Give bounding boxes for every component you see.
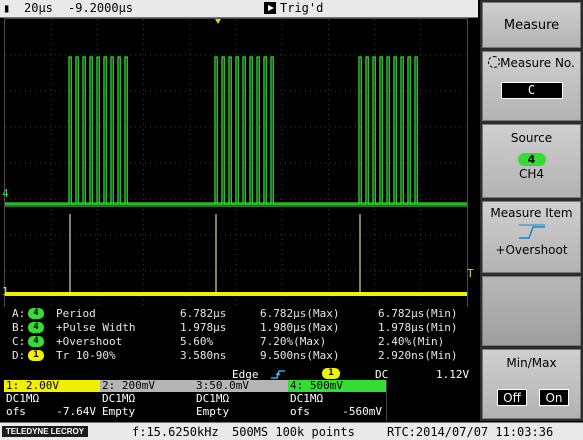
run-icon: ▮ bbox=[3, 1, 11, 15]
source-value: CH4 bbox=[518, 167, 545, 181]
trigger-status: Trig'd bbox=[280, 1, 324, 15]
rotary-knob-icon bbox=[488, 56, 501, 68]
overshoot-icon bbox=[518, 224, 545, 239]
ch1-ground-marker[interactable]: 1 bbox=[2, 285, 9, 298]
channel-3-info[interactable]: 3:50.0mV DC1MΩ Empty bbox=[194, 380, 289, 421]
channel-badge: 1 bbox=[28, 350, 44, 361]
status-bar-bottom: TELEDYNE LECROY f:15.6250kHz 500MS 100k … bbox=[0, 422, 583, 440]
trigger-source-badge: 1 bbox=[322, 368, 340, 379]
trigger-level: 1.12V bbox=[436, 368, 470, 381]
brand-logo: TELEDYNE LECROY bbox=[2, 426, 88, 437]
trigger-level-marker[interactable]: T bbox=[467, 267, 474, 280]
measure-item-value: +Overshoot bbox=[495, 243, 568, 257]
rising-edge-icon bbox=[271, 370, 285, 379]
source-softkey[interactable]: Source 4 CH4 bbox=[482, 124, 581, 198]
channel-1-info[interactable]: 1: 2.00V DC1MΩ ofs -7.64V bbox=[4, 380, 101, 421]
ch4-trace bbox=[5, 56, 467, 207]
minmax-on-option[interactable]: On bbox=[539, 389, 569, 406]
clock-readout: RTC:2014/07/07 11:03:36 bbox=[387, 425, 554, 439]
play-icon bbox=[264, 2, 276, 14]
acquisition-readout: 500MS 100k points bbox=[232, 425, 355, 439]
trigger-position-marker bbox=[215, 19, 221, 24]
channel-badge: 4 bbox=[28, 336, 44, 347]
timebase-readout: 20µs bbox=[24, 1, 53, 15]
minmax-softkey[interactable]: Min/Max Off On bbox=[482, 349, 581, 419]
channel-2-info[interactable]: 2: 200mV DC1MΩ Empty bbox=[100, 380, 195, 421]
source-channel-badge: 4 bbox=[517, 153, 546, 166]
ch4-noise-band bbox=[5, 202, 467, 207]
measure-item-softkey[interactable]: Measure Item +Overshoot bbox=[482, 201, 581, 273]
empty-softkey bbox=[482, 276, 581, 346]
ch4-waveform bbox=[5, 56, 467, 205]
channel-4-info[interactable]: 4: 500mV DC1MΩ ofs -560mV bbox=[288, 380, 387, 421]
softkey-menu: Measure Measure No. C Source 4 CH4 Measu… bbox=[480, 0, 583, 421]
status-bar-top: ▮ 20µs -9.2000µs Trig'd bbox=[0, 0, 478, 18]
measurement-table: A: 4 Period 6.782µs 6.782µs(Max) 6.782µs… bbox=[4, 307, 478, 369]
channel-badge: 4 bbox=[28, 322, 44, 333]
measure-no-softkey[interactable]: Measure No. C bbox=[482, 51, 581, 121]
measure-no-value: C bbox=[500, 82, 563, 99]
waveform-display[interactable]: 4 1 T bbox=[2, 18, 474, 308]
ch1-waveform bbox=[5, 292, 467, 296]
waveform-svg bbox=[5, 19, 467, 307]
channel-badge: 4 bbox=[28, 308, 44, 319]
ch4-ground-marker[interactable]: 4 bbox=[2, 187, 9, 200]
menu-title: Measure bbox=[482, 2, 581, 48]
delay-readout: -9.2000µs bbox=[68, 1, 134, 15]
minmax-off-option[interactable]: Off bbox=[497, 389, 527, 406]
frequency-readout: f:15.6250kHz bbox=[132, 425, 219, 439]
